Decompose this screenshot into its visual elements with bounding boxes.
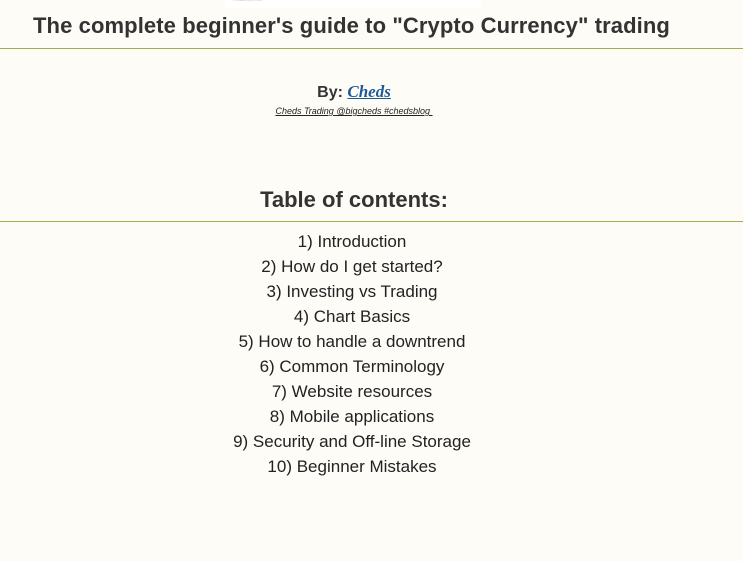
toc-heading: Table of contents: bbox=[260, 187, 448, 212]
toc-item-terminology[interactable]: 6) Common Terminology bbox=[0, 354, 704, 379]
toc-list: 1) Introduction 2) How do I get started?… bbox=[0, 229, 704, 479]
toc-divider bbox=[0, 221, 743, 222]
toc-item-investing-vs-trading[interactable]: 3) Investing vs Trading bbox=[0, 279, 704, 304]
toc-item-chart-basics[interactable]: 4) Chart Basics bbox=[0, 304, 704, 329]
toc-item-beginner-mistakes[interactable]: 10) Beginner Mistakes bbox=[0, 454, 704, 479]
toc-item-getting-started[interactable]: 2) How do I get started? bbox=[0, 254, 704, 279]
title-divider bbox=[0, 48, 743, 49]
top-strip-text: Tradesmns bbox=[232, 0, 262, 3]
page-title: The complete beginner's guide to "Crypto… bbox=[33, 13, 670, 38]
byline-prefix: By: bbox=[317, 84, 348, 101]
toc-item-website-resources[interactable]: 7) Website resources bbox=[0, 379, 704, 404]
toc-item-security-storage[interactable]: 9) Security and Off-line Storage bbox=[0, 429, 704, 454]
author-link[interactable]: Cheds bbox=[347, 82, 390, 101]
byline-subline[interactable]: Cheds Trading @bigcheds #chedsblog bbox=[0, 106, 708, 116]
toc-item-introduction[interactable]: 1) Introduction bbox=[0, 229, 704, 254]
byline: By: Cheds bbox=[0, 82, 708, 102]
toc-item-downtrend[interactable]: 5) How to handle a downtrend bbox=[0, 329, 704, 354]
top-strip: Tradesmns bbox=[225, 0, 481, 8]
toc-item-mobile-apps[interactable]: 8) Mobile applications bbox=[0, 404, 704, 429]
